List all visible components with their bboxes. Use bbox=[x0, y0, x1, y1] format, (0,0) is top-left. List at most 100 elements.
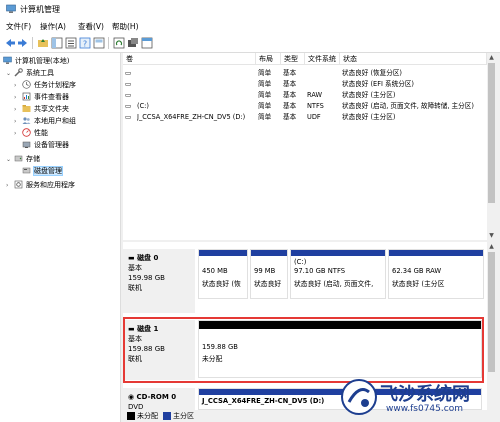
tree-item-performance[interactable]: › 性能 bbox=[14, 128, 48, 139]
storage-icon bbox=[14, 155, 23, 162]
console-icon[interactable] bbox=[141, 37, 153, 49]
primary-partition-bar bbox=[291, 250, 385, 256]
volume-row[interactable]: ▭ 简单 基本 RAW 状态良好 (主分区) bbox=[123, 90, 487, 100]
svg-text:?: ? bbox=[83, 40, 87, 49]
disk-type: 基本 bbox=[128, 264, 142, 272]
disk-name-label: CD-ROM 0 bbox=[136, 393, 177, 401]
volume-fs: RAW bbox=[307, 91, 322, 99]
partition-status: 状态良好 bbox=[254, 280, 282, 288]
toolbar: ? bbox=[0, 34, 500, 53]
tree-item-shared-folders[interactable]: › 共享文件夹 bbox=[14, 104, 69, 115]
tree-item-system-tools[interactable]: ⌄ 系统工具 bbox=[6, 68, 54, 79]
device-manager-icon bbox=[22, 141, 31, 148]
computer-management-icon bbox=[6, 4, 16, 13]
menu-file[interactable]: 文件(F) bbox=[6, 21, 31, 32]
volume-row[interactable]: ▭ 简单 基本 状态良好 (EFI 系统分区) bbox=[123, 79, 487, 89]
disk-0[interactable]: ▬ 磁盘 0 基本 159.98 GB 联机 450 MB 状态良好 (恢 99… bbox=[123, 249, 485, 313]
tree-item-local-users[interactable]: › 本地用户和组 bbox=[14, 116, 76, 127]
column-header-layout[interactable]: 布局 bbox=[256, 53, 281, 65]
column-header-fs[interactable]: 文件系统 bbox=[305, 53, 340, 65]
collapse-arrow-icon[interactable]: ⌄ bbox=[6, 156, 14, 163]
back-icon[interactable] bbox=[4, 37, 16, 49]
scroll-up-icon[interactable]: ▲ bbox=[487, 53, 496, 62]
tree-item-task-scheduler[interactable]: › 任务计划程序 bbox=[14, 80, 76, 91]
expand-arrow-icon[interactable]: › bbox=[6, 182, 14, 189]
partition[interactable]: 99 MB 状态良好 bbox=[250, 249, 288, 299]
volume-fs: UDF bbox=[307, 113, 321, 121]
tree-item-label: 性能 bbox=[34, 129, 48, 137]
partition-label: (C:) bbox=[294, 258, 307, 266]
scrollbar-thumb[interactable] bbox=[488, 63, 495, 203]
tree-item-label: 计算机管理(本地) bbox=[15, 57, 70, 65]
menu-bar: 文件(F) 操作(A) 查看(V) 帮助(H) bbox=[0, 18, 500, 34]
expand-arrow-icon[interactable]: › bbox=[14, 106, 22, 113]
tree-item-label: 任务计划程序 bbox=[34, 81, 76, 89]
refresh-icon[interactable] bbox=[113, 37, 125, 49]
partition-size: 62.34 GB RAW bbox=[392, 267, 442, 275]
menu-view[interactable]: 查看(V) bbox=[78, 21, 104, 32]
column-header-status[interactable]: 状态 bbox=[340, 53, 487, 65]
tree-item-device-manager[interactable]: 设备管理器 bbox=[22, 140, 69, 151]
volume-fs: NTFS bbox=[307, 102, 324, 110]
volume-type: 基本 bbox=[283, 102, 297, 110]
volume-type: 基本 bbox=[283, 113, 297, 121]
primary-partition-bar bbox=[389, 250, 483, 256]
scrollbar-thumb[interactable] bbox=[488, 252, 495, 372]
event-log-icon bbox=[22, 92, 31, 101]
partition-status: 状态良好 (启动, 页面文件, bbox=[294, 280, 374, 288]
tree-item-services[interactable]: › 服务和应用程序 bbox=[6, 180, 75, 191]
tree-item-label: 磁盘管理 bbox=[33, 166, 63, 176]
view-icon[interactable] bbox=[93, 37, 105, 49]
properties-icon[interactable] bbox=[65, 37, 77, 49]
services-icon bbox=[14, 180, 23, 189]
clock-icon bbox=[22, 80, 31, 89]
scroll-up-icon[interactable]: ▲ bbox=[487, 242, 496, 251]
collapse-arrow-icon[interactable]: ⌄ bbox=[6, 70, 14, 77]
expand-arrow-icon[interactable]: › bbox=[14, 118, 22, 125]
column-header-volume[interactable]: 卷 bbox=[123, 53, 256, 65]
volume-layout: 简单 bbox=[258, 91, 272, 99]
tree-item-event-viewer[interactable]: › 事件查看器 bbox=[14, 92, 69, 103]
expand-arrow-icon[interactable]: › bbox=[14, 82, 22, 89]
volume-row[interactable]: ▭ (C:) 简单 基本 NTFS 状态良好 (启动, 页面文件, 故障转储, … bbox=[123, 101, 487, 111]
scroll-down-icon[interactable]: ▼ bbox=[487, 231, 496, 240]
show-hide-tree-icon[interactable] bbox=[51, 37, 63, 49]
volume-icon: ▭ bbox=[125, 69, 132, 77]
partition[interactable]: 450 MB 状态良好 (恢 bbox=[198, 249, 248, 299]
partition-c[interactable]: (C:) 97.10 GB NTFS 状态良好 (启动, 页面文件, bbox=[290, 249, 386, 299]
legend-unallocated: 未分配 bbox=[137, 412, 158, 420]
expand-arrow-icon[interactable]: › bbox=[14, 94, 22, 101]
volume-row[interactable]: ▭ J_CCSA_X64FRE_ZH-CN_DV5 (D:) 简单 基本 UDF… bbox=[123, 112, 487, 122]
column-header-type[interactable]: 类型 bbox=[281, 53, 305, 65]
volume-name: J_CCSA_X64FRE_ZH-CN_DV5 (D:) bbox=[137, 113, 246, 121]
menu-action[interactable]: 操作(A) bbox=[40, 21, 66, 32]
tree-item-label: 设备管理器 bbox=[34, 141, 69, 149]
disk-name-label: 磁盘 0 bbox=[137, 254, 159, 262]
tree-item-label: 系统工具 bbox=[26, 69, 54, 77]
tree-item-label: 服务和应用程序 bbox=[26, 181, 75, 189]
settings-icon[interactable] bbox=[127, 37, 139, 49]
help-icon[interactable]: ? bbox=[79, 37, 91, 49]
forward-icon[interactable] bbox=[17, 37, 29, 49]
partition[interactable]: 62.34 GB RAW 状态良好 (主分区 bbox=[388, 249, 484, 299]
disk-info: ▬ 磁盘 0 基本 159.98 GB 联机 bbox=[123, 249, 195, 313]
partition-size: 450 MB bbox=[202, 267, 228, 275]
volume-icon: ▭ bbox=[125, 80, 132, 88]
tree-item-storage[interactable]: ⌄ 存储 bbox=[6, 154, 40, 165]
tree-item-label: 事件查看器 bbox=[34, 93, 69, 101]
volume-row[interactable]: ▭ 简单 基本 状态良好 (恢复分区) bbox=[123, 68, 487, 78]
volume-type: 基本 bbox=[283, 69, 297, 77]
users-icon bbox=[22, 117, 31, 124]
menu-help[interactable]: 帮助(H) bbox=[112, 21, 139, 32]
shared-folder-icon bbox=[22, 105, 31, 112]
expand-arrow-icon[interactable]: › bbox=[14, 130, 22, 137]
partition-size: 97.10 GB NTFS bbox=[294, 267, 346, 275]
tree-item-label: 共享文件夹 bbox=[34, 105, 69, 113]
volume-list-scrollbar[interactable]: ▲ ▼ bbox=[487, 53, 496, 240]
volume-type: 基本 bbox=[283, 80, 297, 88]
tree-item-disk-management[interactable]: 磁盘管理 bbox=[22, 166, 63, 177]
volume-layout: 简单 bbox=[258, 80, 272, 88]
up-folder-icon[interactable] bbox=[37, 37, 49, 49]
tree-item-root[interactable]: 计算机管理(本地) bbox=[3, 56, 69, 67]
partition-status: 状态良好 (主分区 bbox=[392, 280, 445, 288]
